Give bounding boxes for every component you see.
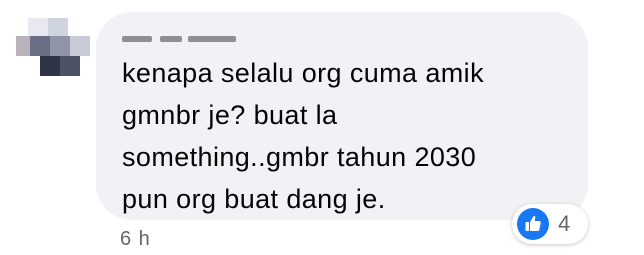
avatar-pixel xyxy=(28,18,48,36)
comment: kenapa selalu org cuma amik gmnbr je? bu… xyxy=(0,0,644,255)
avatar[interactable] xyxy=(16,18,90,76)
redacted-name-block xyxy=(122,36,152,42)
comment-text-line: something..gmbr tahun 2030 xyxy=(122,142,477,172)
avatar-pixel xyxy=(30,36,50,56)
author-name[interactable] xyxy=(122,22,262,48)
comment-text-line: pun org buat dang je. xyxy=(122,184,386,214)
thumbs-up-icon xyxy=(525,216,541,231)
like-icon xyxy=(517,208,549,240)
redacted-name-block xyxy=(160,36,182,42)
comment-text-line: kenapa selalu org cuma amik xyxy=(122,58,484,88)
reaction-summary[interactable]: 4 xyxy=(512,204,588,244)
comment-text-line: gmnbr je? buat la xyxy=(122,100,338,130)
avatar-pixel xyxy=(50,36,70,56)
comment-text: kenapa selalu org cuma amik gmnbr je? bu… xyxy=(122,52,542,220)
avatar-pixel xyxy=(70,36,90,56)
avatar-pixel xyxy=(40,56,60,76)
avatar-pixel xyxy=(16,36,30,56)
avatar-pixel xyxy=(60,56,80,76)
comment-timestamp[interactable]: 6 h xyxy=(120,228,151,251)
avatar-pixel xyxy=(48,18,68,36)
redacted-name-block xyxy=(188,36,236,42)
reaction-count: 4 xyxy=(558,211,571,236)
